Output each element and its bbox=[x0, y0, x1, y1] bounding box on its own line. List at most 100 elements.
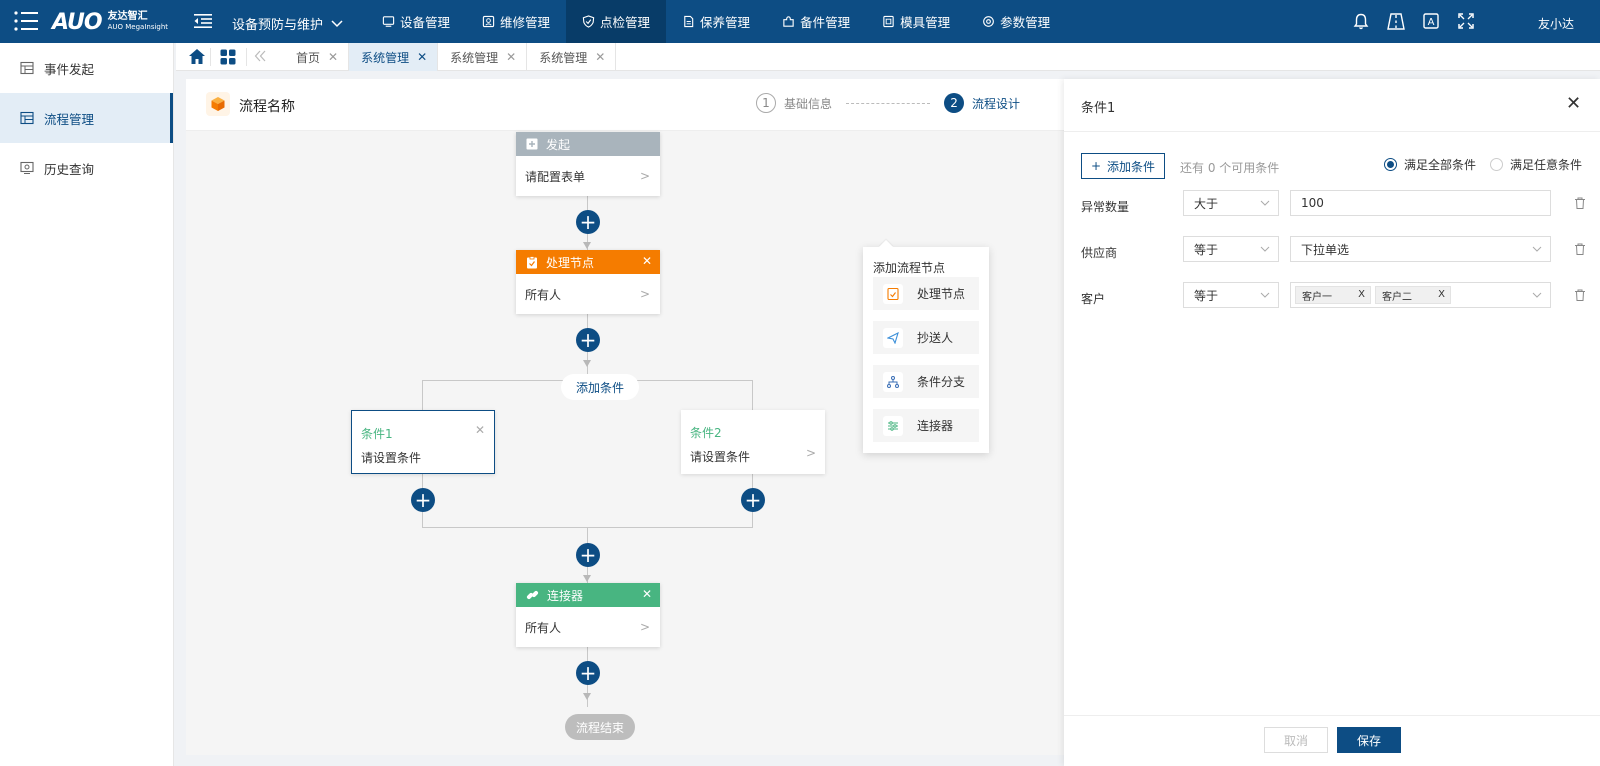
popup-item-process[interactable]: 处理节点 bbox=[873, 277, 979, 310]
branch-icon bbox=[883, 371, 903, 392]
add-condition-button[interactable]: + 添加条件 bbox=[1081, 153, 1165, 179]
close-icon[interactable]: ✕ bbox=[328, 50, 338, 64]
popup-item-branch[interactable]: 条件分支 bbox=[873, 365, 979, 398]
chip-close-icon[interactable]: X bbox=[1438, 289, 1445, 300]
fullscreen-icon[interactable] bbox=[1457, 12, 1475, 30]
stepper: 1 基础信息 2 流程设计 bbox=[756, 93, 1020, 113]
module-selector[interactable]: 设备预防与维护 bbox=[232, 14, 343, 33]
supplier-select[interactable]: 下拉单选 bbox=[1290, 236, 1551, 262]
close-icon[interactable]: ✕ bbox=[642, 587, 652, 601]
chevron-right-icon: > bbox=[805, 446, 816, 460]
close-icon[interactable]: ✕ bbox=[595, 50, 605, 64]
sidebar-item-flow-management[interactable]: 流程管理 bbox=[0, 93, 173, 143]
customer-multiselect[interactable]: 客户一 X 客户二 X bbox=[1290, 282, 1551, 308]
close-icon[interactable]: ✕ bbox=[417, 50, 427, 64]
add-node-button[interactable]: + bbox=[576, 543, 600, 567]
operator-select[interactable]: 等于 bbox=[1183, 282, 1279, 308]
arrow-down-icon bbox=[583, 360, 591, 367]
start-node[interactable]: 发起 请配置表单 > bbox=[516, 132, 660, 196]
shield-icon bbox=[582, 15, 595, 28]
tab-system-1[interactable]: 系统管理 ✕ bbox=[349, 43, 439, 71]
flow-header: 流程名称 1 基础信息 2 流程设计 bbox=[186, 79, 1066, 131]
add-node-button[interactable]: + bbox=[576, 328, 600, 352]
link-icon bbox=[526, 590, 539, 599]
apps-grid-icon[interactable] bbox=[220, 49, 236, 65]
tab-divider bbox=[246, 48, 247, 66]
clipboard-icon bbox=[527, 255, 537, 268]
page-title: 流程名称 bbox=[239, 99, 295, 115]
close-icon[interactable]: ✕ bbox=[642, 254, 652, 268]
tab-divider bbox=[210, 48, 211, 66]
double-chevron-left-icon[interactable] bbox=[254, 49, 266, 63]
step-1-label[interactable]: 基础信息 bbox=[784, 95, 832, 112]
save-button[interactable]: 保存 bbox=[1337, 727, 1401, 753]
menu-list-icon[interactable] bbox=[14, 11, 38, 31]
trash-icon[interactable] bbox=[1573, 196, 1587, 210]
popup-item-cc[interactable]: 抄送人 bbox=[873, 321, 979, 354]
nav-maintenance[interactable]: 保养管理 bbox=[666, 0, 766, 43]
add-node-button[interactable]: + bbox=[576, 661, 600, 685]
nav-repair[interactable]: 维修管理 bbox=[466, 0, 566, 43]
radio-match-all[interactable]: 满足全部条件 bbox=[1384, 156, 1476, 173]
trash-icon[interactable] bbox=[1573, 288, 1587, 302]
bell-icon[interactable] bbox=[1352, 12, 1370, 30]
flow-line bbox=[752, 380, 753, 410]
user-name[interactable]: 友小达 bbox=[1538, 15, 1574, 32]
cancel-button[interactable]: 取消 bbox=[1264, 727, 1328, 753]
condition-row-label: 异常数量 bbox=[1081, 200, 1130, 214]
add-node-button[interactable]: + bbox=[576, 210, 600, 234]
nav-parameter[interactable]: 参数管理 bbox=[966, 0, 1066, 43]
nav-mold[interactable]: 模具管理 bbox=[866, 0, 966, 43]
device-icon bbox=[382, 16, 395, 27]
tab-system-3[interactable]: 系统管理 ✕ bbox=[527, 43, 617, 71]
module-label: 设备预防与维护 bbox=[232, 18, 324, 33]
connector-node[interactable]: 连接器 ✕ 所有人 > bbox=[516, 583, 660, 647]
mold-icon bbox=[883, 15, 894, 28]
close-icon[interactable]: ✕ bbox=[475, 423, 485, 437]
step-2-number[interactable]: 2 bbox=[944, 93, 965, 113]
nav-inspection[interactable]: 点检管理 bbox=[566, 0, 667, 43]
radio-checked[interactable] bbox=[1384, 158, 1397, 171]
sidebar-item-event-start[interactable]: 事件发起 bbox=[0, 43, 173, 93]
nav-spare-parts[interactable]: 备件管理 bbox=[766, 0, 866, 43]
nav-device[interactable]: 设备管理 bbox=[366, 0, 466, 43]
step-1-number[interactable]: 1 bbox=[756, 93, 776, 113]
node-body: 请配置表单 bbox=[525, 169, 586, 184]
chip-close-icon[interactable]: X bbox=[1358, 289, 1365, 300]
popup-title: 添加流程节点 bbox=[873, 261, 946, 275]
top-actions: A bbox=[1352, 12, 1475, 30]
chevron-down-icon bbox=[1260, 200, 1270, 206]
radio-unchecked[interactable] bbox=[1490, 158, 1503, 171]
sidebar-item-history[interactable]: 历史查询 bbox=[0, 143, 173, 193]
trash-icon[interactable] bbox=[1573, 242, 1587, 256]
home-icon[interactable] bbox=[188, 48, 206, 65]
tab-home[interactable]: 首页 ✕ bbox=[280, 43, 350, 71]
remaining-conditions: 还有 0 个可用条件 bbox=[1180, 161, 1280, 175]
radio-match-any[interactable]: 满足任意条件 bbox=[1490, 156, 1582, 173]
add-condition-button[interactable]: 添加条件 bbox=[561, 374, 639, 400]
flow-canvas: 发起 请配置表单 > + 处理节点 ✕ 所有人 > + 添加条件 条件1 请设置… bbox=[186, 131, 1066, 755]
road-icon[interactable] bbox=[1387, 12, 1405, 30]
language-icon[interactable]: A bbox=[1422, 12, 1440, 30]
add-node-button[interactable]: + bbox=[741, 488, 765, 512]
arrow-down-icon bbox=[583, 242, 591, 249]
condition-node-2[interactable]: 条件2 请设置条件 > bbox=[681, 410, 825, 474]
step-2-label[interactable]: 流程设计 bbox=[972, 95, 1020, 112]
add-node-button[interactable]: + bbox=[411, 488, 435, 512]
popup-item-connector[interactable]: 连接器 bbox=[873, 409, 979, 442]
condition-desc: 请设置条件 bbox=[361, 451, 422, 465]
brand-logo: AUO 友达智汇 AUO MegaInsight bbox=[52, 9, 168, 35]
flow-end: 流程结束 bbox=[565, 714, 635, 740]
operator-select[interactable]: 大于 bbox=[1183, 190, 1279, 216]
value-input[interactable]: 100 bbox=[1290, 190, 1551, 216]
connector-icon bbox=[883, 415, 903, 436]
condition-node-1[interactable]: 条件1 请设置条件 ✕ bbox=[351, 410, 495, 474]
process-node[interactable]: 处理节点 ✕ 所有人 > bbox=[516, 250, 660, 314]
tab-system-2[interactable]: 系统管理 ✕ bbox=[438, 43, 528, 71]
operator-select[interactable]: 等于 bbox=[1183, 236, 1279, 262]
chevron-right-icon: > bbox=[639, 620, 650, 634]
close-icon[interactable]: ✕ bbox=[506, 50, 516, 64]
condition-title: 条件1 bbox=[361, 427, 393, 441]
collapse-indent-icon[interactable] bbox=[194, 13, 212, 29]
close-icon[interactable]: ✕ bbox=[1566, 93, 1581, 114]
